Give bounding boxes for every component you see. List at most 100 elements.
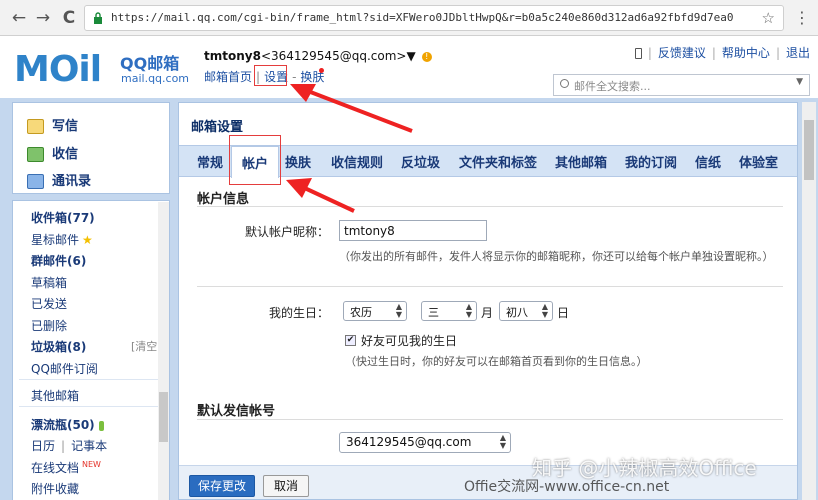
help-link[interactable]: 帮助中心 <box>722 46 770 60</box>
section-divider <box>197 286 783 287</box>
pencil-icon <box>27 119 44 134</box>
tab-lab[interactable]: 体验室 <box>739 152 778 171</box>
birthday-day-select[interactable]: 初八 ▲ ▼ <box>499 301 553 321</box>
folder-calendar[interactable]: 日历 <box>31 439 55 453</box>
tab-other-mailboxes[interactable]: 其他邮箱 <box>555 152 607 171</box>
compose-button[interactable]: 写信 <box>27 115 78 134</box>
select-arrows-icon: ▲ ▼ <box>541 302 548 319</box>
tab-stationery[interactable]: 信纸 <box>695 152 721 171</box>
section-divider <box>197 419 783 420</box>
logo-brand-text: QQ邮箱 <box>120 54 180 73</box>
folder-group-mail[interactable]: 群邮件(6) <box>31 252 86 269</box>
clear-junk-link[interactable]: [清空] <box>131 338 162 354</box>
receive-button[interactable]: 收信 <box>27 143 78 162</box>
folder-drafts[interactable]: 草稿箱 <box>31 274 67 291</box>
browser-toolbar: ← → C https://mail.qq.com/cgi-bin/frame_… <box>0 0 818 36</box>
url-text: https://mail.qq.com/cgi-bin/frame_html?s… <box>111 11 734 24</box>
tab-subscriptions[interactable]: 我的订阅 <box>625 152 677 171</box>
folder-inbox[interactable]: 收件箱(77) <box>31 209 95 226</box>
address-bar[interactable]: https://mail.qq.com/cgi-bin/frame_html?s… <box>84 5 784 31</box>
birthday-hint: （快过生日时，你的好友可以在邮箱首页看到你的生日信息。） <box>345 355 648 368</box>
feedback-link[interactable]: 反馈建议 <box>658 46 706 60</box>
phone-icon[interactable] <box>634 48 642 59</box>
default-sender-select[interactable]: 364129545@qq.com ▲ ▼ <box>339 432 511 453</box>
nickname-label: 默认帐户昵称： <box>245 225 330 239</box>
section-title-sender: 默认发信帐号 <box>197 404 276 419</box>
day-unit: 日 <box>557 306 570 320</box>
save-button[interactable]: 保存更改 <box>189 475 255 497</box>
site-watermark: Offie交流网-www.office-cn.net <box>464 479 670 495</box>
birthday-visible-label[interactable]: 好友可见我的生日 <box>361 332 457 349</box>
month-unit: 月 <box>481 306 494 320</box>
folder-starred[interactable]: 星标邮件 ★ <box>31 231 93 248</box>
folder-other-mailboxes[interactable]: 其他邮箱 <box>31 387 79 404</box>
nickname-input[interactable] <box>339 220 487 241</box>
folder-list: 收件箱(77) 星标邮件 ★ 群邮件(6) 草稿箱 已发送 已删除 垃圾箱(8) … <box>12 200 170 500</box>
birthday-label: 我的生日： <box>269 306 330 320</box>
select-arrows-icon: ▲ ▼ <box>465 302 472 319</box>
top-links: | 反馈建议 | 帮助中心 | 退出 <box>634 44 810 61</box>
section-title-account: 帐户信息 <box>197 192 250 207</box>
folder-divider <box>19 406 159 407</box>
page-title: 邮箱设置 <box>191 120 244 135</box>
folder-divider <box>19 379 159 380</box>
folder-junk[interactable]: 垃圾箱(8) <box>31 338 86 355</box>
folder-sent[interactable]: 已发送 <box>31 295 67 312</box>
nickname-hint: （你发出的所有邮件，发件人将显示你的邮箱昵称，你还可以给每个帐户单独设置昵称。） <box>339 250 774 263</box>
folder-deleted[interactable]: 已删除 <box>31 317 67 334</box>
folder-online-docs[interactable]: 在线文档 NEW <box>31 459 101 476</box>
bottle-icon <box>98 420 104 431</box>
main-scrollbar[interactable] <box>802 102 816 500</box>
warning-icon[interactable]: ! <box>421 51 432 62</box>
tab-anti-spam[interactable]: 反垃圾 <box>401 152 440 171</box>
skin-new-dot <box>319 68 324 73</box>
tab-receive-rules[interactable]: 收信规则 <box>331 152 383 171</box>
contacts-card-icon <box>27 174 44 189</box>
back-button[interactable]: ← <box>8 7 30 29</box>
logo-domain-text: mail.qq.com <box>121 72 190 85</box>
search-placeholder: 邮件全文搜索... <box>574 80 651 93</box>
bookmark-star-icon[interactable]: ☆ <box>762 9 775 27</box>
calendar-type-select[interactable]: 农历 ▲ ▼ <box>343 301 407 321</box>
folder-attachments[interactable]: 附件收藏 <box>31 480 79 497</box>
sidebar-scroll-thumb[interactable] <box>159 392 168 442</box>
chevron-down-icon[interactable]: ▼ <box>796 77 803 87</box>
main-frame: 写信 收信 通讯录 收件箱(77) 星标邮件 ★ 群邮件(6) 草稿箱 已发送 已… <box>0 98 818 500</box>
account-info[interactable]: tmtony8<364129545@qq.com>▼! <box>204 49 432 63</box>
nav-mail-home[interactable]: 邮箱首页 <box>204 70 252 84</box>
logout-link[interactable]: 退出 <box>786 46 810 60</box>
search-icon <box>560 79 569 88</box>
birthday-month-select[interactable]: 三 ▲ ▼ <box>421 301 477 321</box>
quick-actions: 写信 收信 通讯录 <box>12 102 170 194</box>
birthday-visible-checkbox[interactable]: ✔ <box>345 335 356 346</box>
tab-folders-labels[interactable]: 文件夹和标签 <box>459 152 537 171</box>
settings-panel: 邮箱设置 常规 帐户 换肤 收信规则 反垃圾 文件夹和标签 其他邮箱 我的订阅 … <box>178 102 798 500</box>
cancel-button[interactable]: 取消 <box>263 475 309 497</box>
account-name: tmtony8 <box>204 49 261 63</box>
mail-search-input[interactable]: 邮件全文搜索... ▼ <box>553 74 810 96</box>
browser-menu-icon[interactable]: ⋮ <box>794 8 810 27</box>
mail-header: MOil QQ邮箱 mail.qq.com tmtony8<364129545@… <box>0 37 818 98</box>
account-email: <364129545@qq.com>▼ <box>260 49 416 63</box>
tab-general[interactable]: 常规 <box>197 152 223 171</box>
folder-drift-bottle[interactable]: 漂流瓶(50) <box>31 416 104 433</box>
main-scroll-thumb[interactable] <box>804 120 814 180</box>
select-arrows-icon: ▲ ▼ <box>499 433 506 450</box>
star-icon: ★ <box>82 233 93 247</box>
folder-subscriptions[interactable]: QQ邮件订阅 <box>31 360 98 377</box>
reload-button[interactable]: C <box>58 7 80 29</box>
contacts-button[interactable]: 通讯录 <box>27 170 91 189</box>
sidebar-scrollbar[interactable] <box>158 202 169 500</box>
inbox-download-icon <box>27 147 44 162</box>
sidebar: 写信 收信 通讯录 收件箱(77) 星标邮件 ★ 群邮件(6) 草稿箱 已发送 已… <box>12 102 170 500</box>
select-arrows-icon: ▲ ▼ <box>395 302 402 319</box>
qqmail-logo[interactable]: MOil <box>14 49 102 90</box>
nav-dash: - <box>292 70 297 84</box>
lock-icon <box>94 12 102 24</box>
settings-highlight-box <box>254 65 287 86</box>
folder-notes[interactable]: 记事本 <box>71 439 107 453</box>
tab-skin[interactable]: 换肤 <box>285 152 311 171</box>
tab-highlight-box <box>229 135 281 185</box>
forward-button[interactable]: → <box>32 7 54 29</box>
calendar-notes-row: 日历 | 记事本 <box>31 439 108 453</box>
